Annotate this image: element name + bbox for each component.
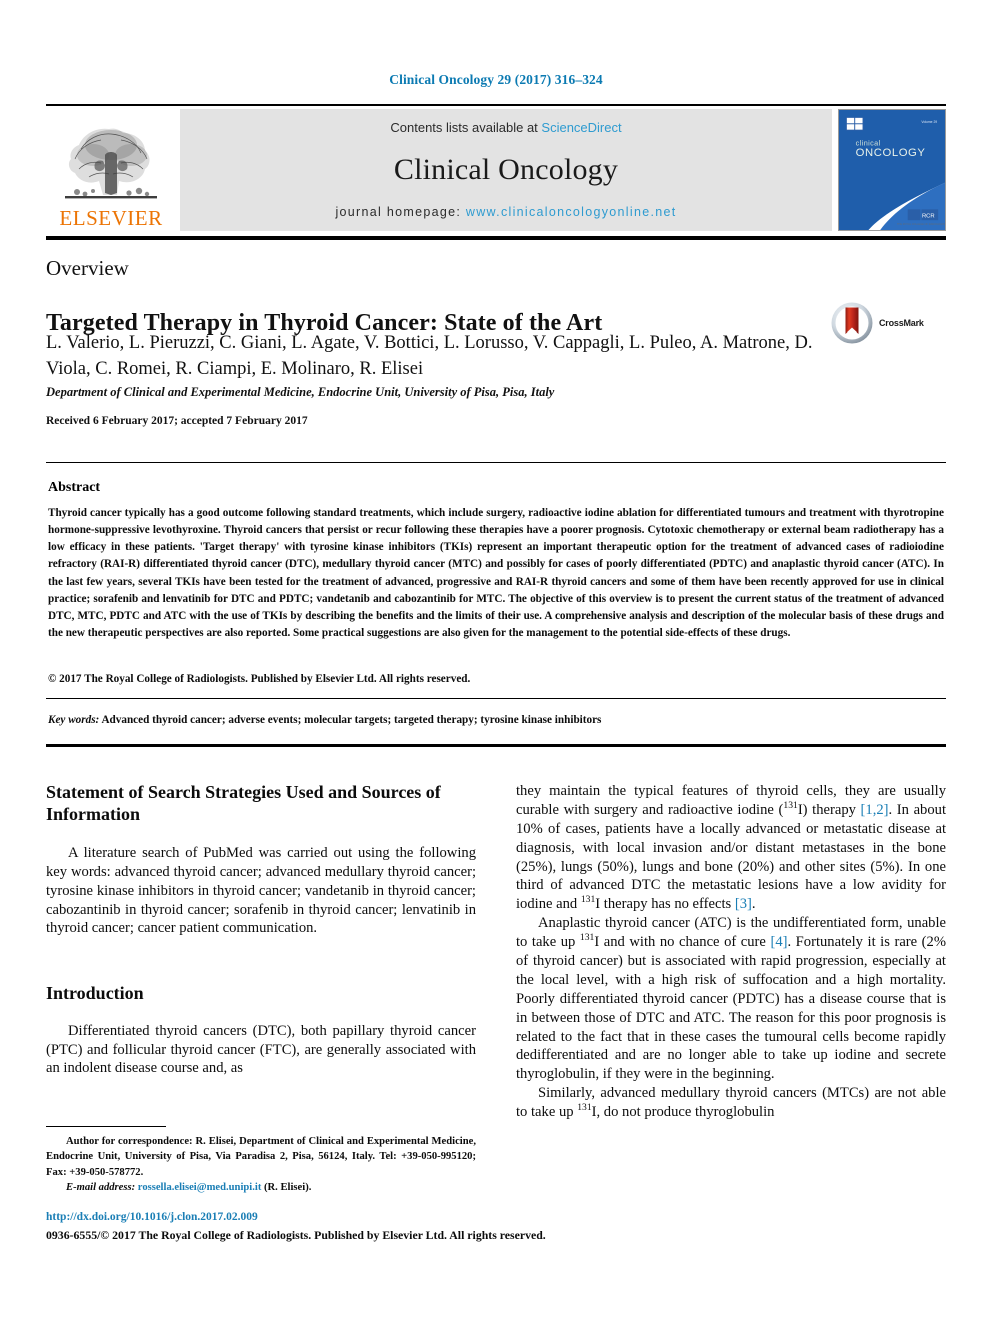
journal-masthead: ELSEVIER Contents lists available at Sci… — [46, 104, 946, 234]
journal-article-page: Clinical Oncology 29 (2017) 316–324 ELSE… — [0, 0, 992, 1323]
crossmark-badge[interactable]: CrossMark — [830, 300, 942, 346]
keywords-line: Key words: Advanced thyroid cancer; adve… — [48, 714, 944, 726]
author-affiliation: Department of Clinical and Experimental … — [46, 385, 555, 399]
iodine-131-superscript: 131 — [579, 932, 595, 944]
abstract-copyright: © 2017 The Royal College of Radiologists… — [48, 673, 471, 685]
elsevier-wordmark: ELSEVIER — [59, 206, 163, 230]
iodine-131-superscript: 131 — [577, 1102, 592, 1114]
crossmark-icon — [831, 302, 873, 344]
search-strategies-paragraph: A literature search of PubMed was carrie… — [46, 844, 476, 937]
running-head-citation: Clinical Oncology 29 (2017) 316–324 — [389, 72, 603, 87]
rp1-text-e: . — [751, 896, 756, 913]
article-type: Overview — [46, 256, 129, 280]
journal-banner: Contents lists available at ScienceDirec… — [180, 109, 832, 231]
correspondence-footnote: Author for correspondence: R. Elisei, De… — [46, 1134, 476, 1195]
section-heading-introduction: Introduction — [46, 983, 144, 1004]
homepage-prefix: journal homepage: — [335, 205, 466, 219]
rp2-text-c: . Fortunately it is rare (2% of thyroid … — [516, 934, 946, 1083]
keywords-label: Key words: — [48, 714, 100, 726]
author-list: L. Valerio, L. Pieruzzi, C. Giani, L. Ag… — [46, 333, 813, 380]
masthead-bottom-rule — [46, 236, 946, 240]
email-label: E-mail address: — [66, 1182, 136, 1194]
email-suffix: (R. Elisei). — [261, 1182, 312, 1194]
introduction-paragraph: Differentiated thyroid cancers (DTC), bo… — [46, 1022, 476, 1077]
contents-lists-line: Contents lists available at ScienceDirec… — [180, 120, 832, 135]
rp1-text-d: I therapy has no effects — [595, 896, 735, 913]
correspondence-text: Author for correspondence: R. Elisei, De… — [46, 1136, 476, 1178]
svg-text:THE ROYAL COLLEGE OF RADIOLOGI: THE ROYAL COLLEGE OF RADIOLOGISTS — [897, 222, 945, 226]
abstract-heading: Abstract — [48, 480, 101, 495]
right-column: they maintain the typical features of th… — [516, 782, 946, 1122]
citation-ref-3[interactable]: [3] — [735, 896, 752, 912]
journal-cover-thumbnail[interactable]: Volume 29 clinical ONCOLOGY RCR THE ROYA… — [838, 109, 946, 231]
keywords-value: Advanced thyroid cancer; adverse events;… — [99, 714, 602, 726]
abstract-body: Thyroid cancer typically has a good outc… — [48, 507, 944, 639]
rp1-text-b: I) therapy — [797, 801, 861, 818]
svg-text:RCR: RCR — [922, 214, 935, 220]
right-paragraph-2: Anaplastic thyroid cancer (ATC) is the u… — [516, 914, 946, 1084]
iodine-131-superscript: 131 — [783, 800, 798, 812]
citation-ref-4[interactable]: [4] — [770, 934, 787, 950]
journal-homepage-link[interactable]: www.clinicaloncologyonline.net — [466, 205, 677, 219]
left-column: Statement of Search Strategies Used and … — [46, 782, 476, 1078]
journal-title: Clinical Oncology — [393, 153, 619, 186]
email-line: E-mail address: rossella.elisei@med.unip… — [46, 1180, 476, 1195]
issn-copyright-line: 0936-6555/© 2017 The Royal College of Ra… — [46, 1228, 546, 1242]
footnote-rule — [46, 1126, 166, 1127]
section-heading-search-strategies: Statement of Search Strategies Used and … — [46, 782, 441, 824]
article-dates: Received 6 February 2017; accepted 7 Feb… — [46, 415, 308, 427]
elsevier-logo: ELSEVIER — [46, 109, 176, 231]
abstract-top-rule — [46, 462, 946, 463]
right-paragraph-1: they maintain the typical features of th… — [516, 782, 946, 914]
svg-text:Volume 29: Volume 29 — [921, 120, 937, 124]
crossmark-label: CrossMark — [879, 318, 924, 328]
citation-ref-1-2[interactable]: [1,2] — [861, 802, 889, 818]
elsevier-tree-icon — [65, 128, 157, 199]
iodine-131-superscript: 131 — [580, 894, 596, 906]
keywords-top-rule — [46, 698, 946, 699]
rp3-text-b: I, do not produce thyroglobulin — [591, 1104, 775, 1121]
rp2-text-b: I and with no chance of cure — [594, 934, 771, 951]
sciencedirect-link[interactable]: ScienceDirect — [541, 120, 621, 135]
contents-prefix: Contents lists available at — [390, 120, 542, 135]
right-paragraph-3: Similarly, advanced medullary thyroid ca… — [516, 1084, 946, 1122]
svg-text:clinical: clinical — [856, 138, 881, 147]
svg-text:ONCOLOGY: ONCOLOGY — [856, 147, 926, 159]
journal-homepage-line: journal homepage: www.clinicaloncologyon… — [180, 205, 832, 219]
doi-link[interactable]: http://dx.doi.org/10.1016/j.clon.2017.02… — [46, 1211, 258, 1223]
journal-cover-art: Volume 29 clinical ONCOLOGY RCR THE ROYA… — [839, 110, 945, 230]
email-address-link[interactable]: rossella.elisei@med.unipi.it — [135, 1182, 262, 1193]
abstract-bottom-rule — [46, 744, 946, 747]
